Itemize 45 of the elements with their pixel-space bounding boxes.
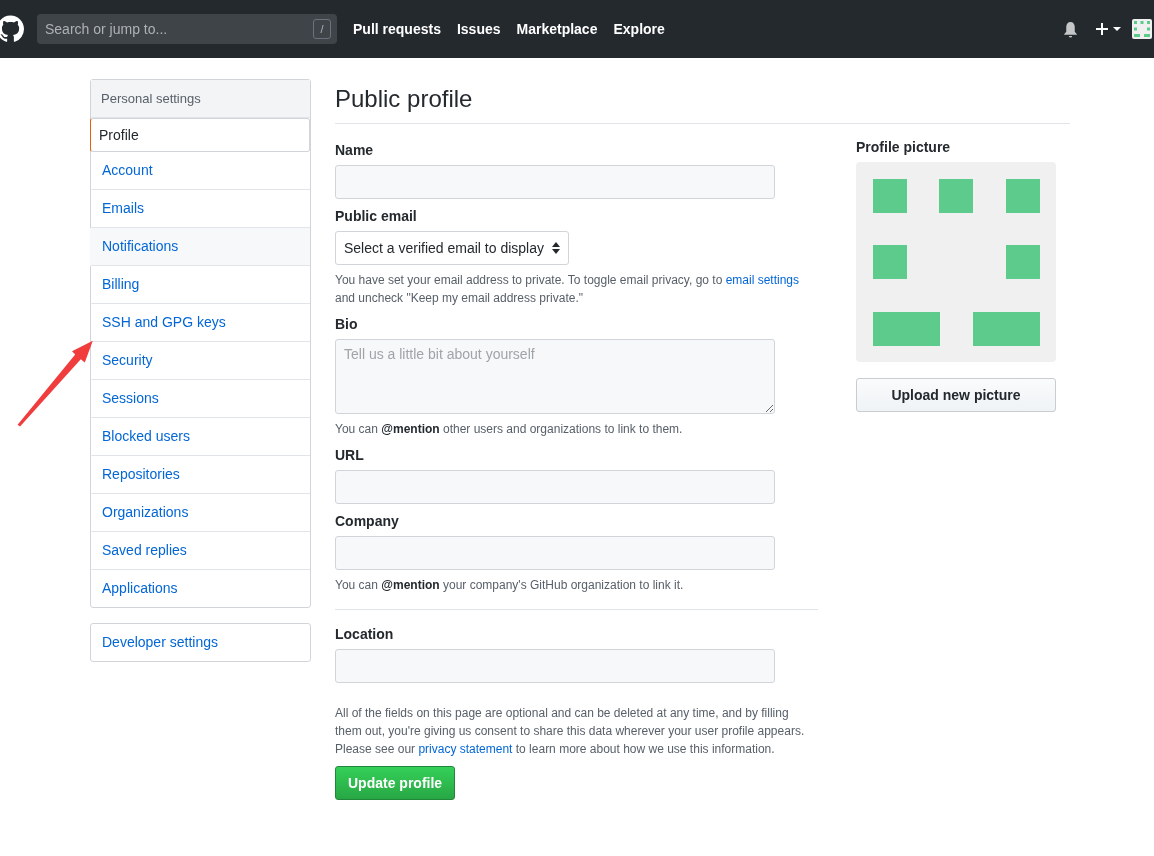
sidebar-item[interactable]: Account: [90, 152, 310, 190]
menu-heading: Personal settings: [91, 80, 310, 118]
sidebar-item[interactable]: Billing: [90, 266, 310, 304]
field-label: Location: [335, 626, 395, 642]
nav-link[interactable]: Issues: [456, 21, 501, 37]
text-field[interactable]: [335, 165, 775, 199]
help-text: You have set your email address to private. To toggle email privacy, go to email settings and uncheck "Keep my email address private.": [335, 272, 801, 307]
shortcut-key-hint: /: [313, 19, 331, 39]
sidebar-item[interactable]: Repositories: [90, 456, 310, 494]
nav-link[interactable]: Explore: [613, 21, 665, 37]
sidebar-item[interactable]: Profile: [90, 118, 310, 152]
privacy-notice: All of the fields on this page are optional and can be deleted at any time, and by filling them out, you're giving us consent to share this data wherever your user profile appears. Please see our privacy statement to learn more about how we use this information.: [335, 705, 805, 758]
sidebar-item[interactable]: Security: [90, 342, 310, 380]
upload-picture-button[interactable]: Upload new picture: [856, 378, 1056, 412]
field-label: Company: [335, 513, 400, 529]
help-text: You can @mention other users and organizations to link to them.: [335, 421, 684, 438]
sidebar-item[interactable]: Organizations: [90, 494, 310, 532]
nav-link[interactable]: Marketplace: [516, 21, 598, 37]
sidebar-item[interactable]: Saved replies: [90, 532, 310, 570]
bell-icon[interactable]: [1063, 20, 1078, 38]
text-link[interactable]: email settings: [725, 273, 800, 287]
field-label: Public email: [335, 208, 418, 224]
avatar-icon[interactable]: [1132, 19, 1152, 39]
text-field[interactable]: [335, 649, 775, 683]
text-link[interactable]: privacy statement: [418, 742, 513, 756]
octocat-logo-icon[interactable]: [0, 13, 24, 45]
email-select[interactable]: Select a verified email to display: [335, 231, 569, 265]
sidebar-item[interactable]: Sessions: [90, 380, 310, 418]
help-text: You can @mention your company's GitHub organization to link it.: [335, 577, 685, 594]
field-label: Name: [335, 142, 375, 158]
field-label: Profile picture: [856, 139, 952, 155]
text-field[interactable]: [335, 536, 775, 570]
text-field[interactable]: [335, 470, 775, 504]
text-area[interactable]: Tell us a little bit about yourself: [335, 339, 775, 414]
field-label: URL: [335, 447, 365, 463]
nav-link[interactable]: Pull requests: [353, 21, 441, 37]
sidebar-item[interactable]: SSH and GPG keys: [90, 304, 310, 342]
sidebar-item[interactable]: Notifications: [90, 228, 310, 266]
plus-caret-icon[interactable]: [1096, 22, 1122, 36]
sidebar-item[interactable]: Applications: [90, 570, 310, 607]
field-label: Bio: [335, 316, 359, 332]
up-down-caret-icon: [552, 242, 560, 254]
page-title: Public profile: [335, 85, 1070, 124]
sidebar-item[interactable]: Developer settings: [90, 624, 310, 661]
sidebar-item[interactable]: Blocked users: [90, 418, 310, 456]
